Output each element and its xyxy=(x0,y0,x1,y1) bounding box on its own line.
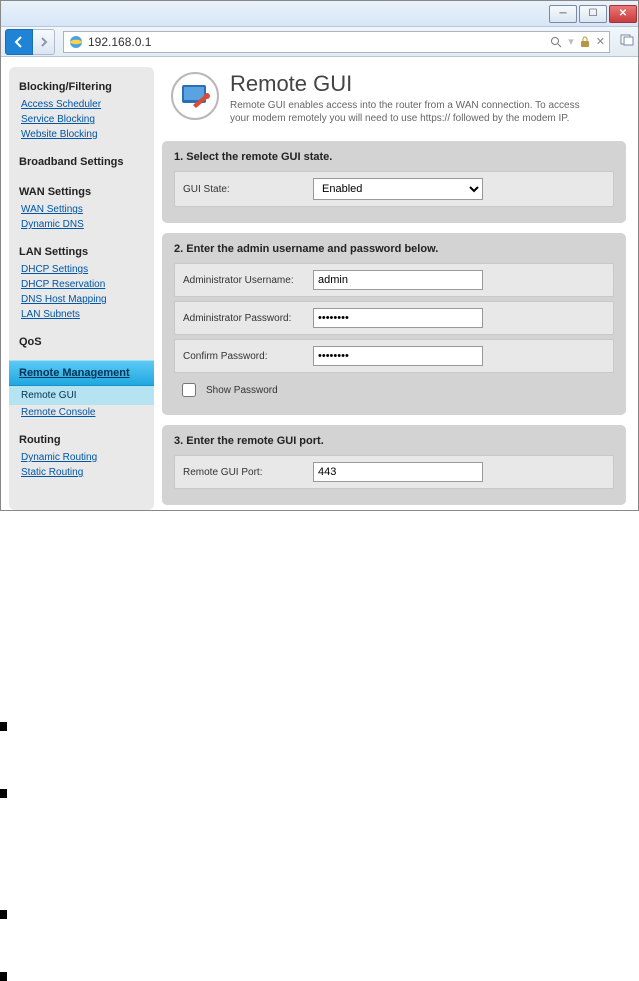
address-bar-right: ▾ ✕ xyxy=(550,35,605,48)
input-port[interactable] xyxy=(313,462,483,482)
maximize-button[interactable]: ☐ xyxy=(579,5,607,23)
close-button[interactable]: ✕ xyxy=(609,5,637,23)
toolbar-extras xyxy=(620,34,634,49)
sidebar-link-dhcp-reservation[interactable]: DHCP Reservation xyxy=(9,277,154,292)
stop-icon[interactable]: ✕ xyxy=(596,35,605,48)
back-button[interactable] xyxy=(5,29,33,55)
sidebar-link-dynamic-dns[interactable]: Dynamic DNS xyxy=(9,217,154,232)
sidebar: Blocking/Filtering Access Scheduler Serv… xyxy=(9,67,154,510)
window-titlebar: ─ ☐ ✕ xyxy=(1,1,638,27)
arrow-left-icon xyxy=(12,35,26,49)
lock-icon xyxy=(580,36,590,48)
sidebar-head-routing: Routing xyxy=(9,428,154,450)
search-icon[interactable] xyxy=(550,36,562,48)
sidebar-head-blocking: Blocking/Filtering xyxy=(9,75,154,97)
sidebar-link-website-blocking[interactable]: Website Blocking xyxy=(9,127,154,142)
label-password: Administrator Password: xyxy=(183,313,313,324)
panel1-title: 1. Select the remote GUI state. xyxy=(174,151,614,163)
sidebar-link-dhcp-settings[interactable]: DHCP Settings xyxy=(9,262,154,277)
panel2-title: 2. Enter the admin username and password… xyxy=(174,243,614,255)
sidebar-link-dns-host-mapping[interactable]: DNS Host Mapping xyxy=(9,292,154,307)
sidebar-link-lan-subnets[interactable]: LAN Subnets xyxy=(9,307,154,322)
label-port: Remote GUI Port: xyxy=(183,467,313,478)
panel-credentials: 2. Enter the admin username and password… xyxy=(162,233,626,415)
input-username[interactable] xyxy=(313,270,483,290)
page-title: Remote GUI xyxy=(230,71,590,97)
label-gui-state: GUI State: xyxy=(183,184,313,195)
browser-toolbar: ▾ ✕ xyxy=(1,27,638,57)
row-port: Remote GUI Port: xyxy=(174,455,614,489)
ie-page-icon xyxy=(68,34,84,50)
minimize-button[interactable]: ─ xyxy=(549,5,577,23)
input-confirm-password[interactable] xyxy=(313,346,483,366)
sidebar-sub-remote-console[interactable]: Remote Console xyxy=(9,405,154,420)
label-username: Administrator Username: xyxy=(183,275,313,286)
panel-gui-state: 1. Select the remote GUI state. GUI Stat… xyxy=(162,141,626,223)
browser-chrome: ─ ☐ ✕ ▾ ✕ xyxy=(1,1,638,57)
select-gui-state[interactable]: Enabled xyxy=(313,178,483,200)
sidebar-sub-remote-gui-link[interactable]: Remote GUI xyxy=(21,390,77,401)
panel-port: 3. Enter the remote GUI port. Remote GUI… xyxy=(162,425,626,505)
remote-gui-icon xyxy=(170,71,220,121)
arrow-right-icon xyxy=(39,37,49,47)
row-gui-state: GUI State: Enabled xyxy=(174,171,614,207)
sidebar-head-broadband: Broadband Settings xyxy=(9,150,154,172)
forward-button[interactable] xyxy=(33,29,55,55)
address-bar[interactable]: ▾ ✕ xyxy=(63,31,610,53)
row-show-password: Show Password xyxy=(174,377,614,403)
tab-icon[interactable] xyxy=(620,34,634,49)
checkbox-show-password[interactable] xyxy=(182,383,196,397)
input-password[interactable] xyxy=(313,308,483,328)
sidebar-active-remote-management[interactable]: Remote Management xyxy=(9,360,154,386)
sidebar-sub-remote-console-link[interactable]: Remote Console xyxy=(21,407,95,418)
row-confirm-password: Confirm Password: xyxy=(174,339,614,373)
sidebar-link-dynamic-routing[interactable]: Dynamic Routing xyxy=(9,450,154,465)
label-confirm-password: Confirm Password: xyxy=(183,351,313,362)
main-content: Remote GUI Remote GUI enables access int… xyxy=(162,67,630,510)
url-input[interactable] xyxy=(88,35,550,49)
sidebar-link-service-blocking[interactable]: Service Blocking xyxy=(9,112,154,127)
sidebar-sub-remote-gui[interactable]: Remote GUI xyxy=(9,386,154,405)
page-header: Remote GUI Remote GUI enables access int… xyxy=(162,67,626,129)
sidebar-link-access-scheduler[interactable]: Access Scheduler xyxy=(9,97,154,112)
page-description: Remote GUI enables access into the route… xyxy=(230,99,590,125)
sidebar-link-wan-settings[interactable]: WAN Settings xyxy=(9,202,154,217)
label-show-password: Show Password xyxy=(206,385,278,396)
row-password: Administrator Password: xyxy=(174,301,614,335)
page-body: Blocking/Filtering Access Scheduler Serv… xyxy=(1,57,638,510)
sidebar-active-link[interactable]: Remote Management xyxy=(19,367,144,379)
sidebar-head-wan: WAN Settings xyxy=(9,180,154,202)
sidebar-link-static-routing[interactable]: Static Routing xyxy=(9,465,154,480)
sidebar-head-qos: QoS xyxy=(9,330,154,352)
panel3-title: 3. Enter the remote GUI port. xyxy=(174,435,614,447)
sidebar-head-lan: LAN Settings xyxy=(9,240,154,262)
row-username: Administrator Username: xyxy=(174,263,614,297)
